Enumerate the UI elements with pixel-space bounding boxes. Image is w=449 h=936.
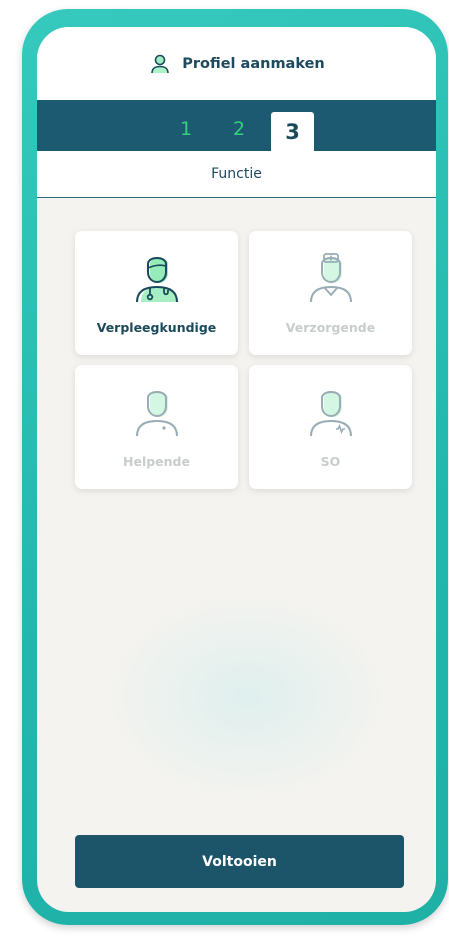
- app-header: Profiel aanmaken: [37, 27, 436, 100]
- step-indicator: 1 2 3: [37, 100, 436, 152]
- app-screen: Profiel aanmaken 1 2 3 Functie Verpleegk…: [37, 27, 436, 912]
- step-3-active: 3: [271, 112, 314, 152]
- background-glow: [97, 587, 397, 807]
- complete-button[interactable]: Voltooien: [75, 835, 404, 888]
- role-card-verzorgende[interactable]: Verzorgende: [249, 231, 412, 355]
- so-icon: [309, 391, 352, 437]
- role-label: SO: [320, 454, 341, 469]
- step-2[interactable]: 2: [233, 118, 245, 140]
- role-card-verpleegkundige[interactable]: Verpleegkundige: [75, 231, 238, 355]
- page-title: Profiel aanmaken: [182, 55, 325, 72]
- step-title-bar: Functie: [37, 151, 436, 198]
- step-title: Functie: [211, 166, 262, 182]
- role-card-helpende[interactable]: Helpende: [75, 365, 238, 489]
- role-label: Verpleegkundige: [96, 320, 217, 335]
- helper-icon: [135, 391, 178, 437]
- role-label: Verzorgende: [285, 320, 376, 335]
- role-card-so[interactable]: SO: [249, 365, 412, 489]
- nurse-stethoscope-icon: [135, 257, 178, 303]
- caregiver-cap-icon: [309, 253, 352, 303]
- user-icon: [151, 54, 170, 73]
- step-1[interactable]: 1: [180, 118, 192, 140]
- role-label: Helpende: [123, 454, 190, 469]
